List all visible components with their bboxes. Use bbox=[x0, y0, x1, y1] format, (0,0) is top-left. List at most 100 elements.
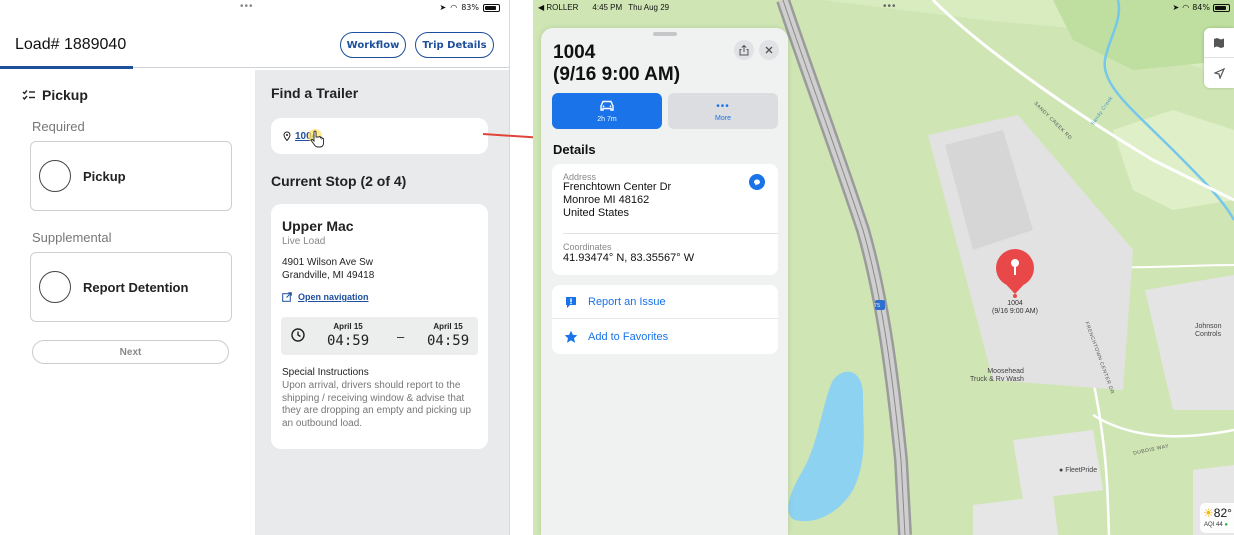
maps-multitask-dots[interactable]: ••• bbox=[883, 1, 897, 12]
map-mode-icon bbox=[1214, 37, 1224, 48]
open-navigation-label: Open navigation bbox=[298, 292, 369, 302]
address-line2[interactable]: Monroe MI 48162 bbox=[563, 194, 649, 207]
address-message-button[interactable] bbox=[749, 174, 765, 190]
star-icon bbox=[564, 330, 578, 343]
status-date: Thu Aug 29 bbox=[628, 3, 670, 12]
special-instructions-body: Upon arrival, drivers should report to t… bbox=[282, 380, 472, 429]
maps-location-icon: ➤ bbox=[1172, 3, 1180, 12]
stop-type: Live Load bbox=[282, 236, 326, 247]
map-pin-label: 1004 (9/16 9:00 AM) bbox=[983, 300, 1047, 316]
status-bar: ••• ➤ ◠ 83% bbox=[0, 0, 509, 16]
coordinates-value[interactable]: 41.93474° N, 83.35567° W bbox=[563, 252, 694, 265]
coordinates-label: Coordinates bbox=[563, 242, 612, 252]
active-tab-indicator bbox=[0, 66, 133, 69]
maps-app-screen: 75 1004 (9/16 9:00 AM) Moosehead Truck &… bbox=[533, 0, 1234, 535]
report-detention-label: Report Detention bbox=[83, 279, 189, 295]
sun-icon: ☀ bbox=[1203, 506, 1214, 520]
poi-johnson-controls[interactable]: Johnson Controls bbox=[1195, 323, 1221, 339]
wifi-icon: ◠ bbox=[450, 3, 458, 12]
poi-moosehead[interactable]: Moosehead Truck & Rv Wash bbox=[970, 368, 1024, 384]
workflow-button[interactable]: Workflow bbox=[340, 32, 406, 58]
report-issue-label: Report an Issue bbox=[588, 295, 666, 308]
location-pin-icon bbox=[283, 131, 291, 141]
close-icon bbox=[765, 46, 773, 54]
directions-button[interactable]: 2h 7m bbox=[552, 93, 662, 129]
find-trailer-title: Find a Trailer bbox=[271, 85, 359, 101]
battery-icon bbox=[483, 3, 500, 12]
close-button[interactable] bbox=[759, 40, 779, 60]
weather-temperature: ☀82° bbox=[1203, 506, 1232, 520]
window-start-time: 04:59 bbox=[327, 333, 370, 349]
map-pin-label-line1: 1004 bbox=[1007, 300, 1023, 307]
location-arrow-icon bbox=[1213, 67, 1225, 79]
pickup-panel: Pickup Required Pickup Supplemental Repo… bbox=[0, 70, 255, 535]
maps-wifi-icon: ◠ bbox=[1182, 3, 1190, 12]
clock-icon bbox=[291, 328, 305, 342]
status-time: 4:45 PM bbox=[592, 3, 623, 12]
open-navigation-link[interactable]: Open navigation bbox=[282, 292, 369, 302]
place-actions: Report an Issue Add to Favorites bbox=[552, 285, 778, 354]
poi-fleetpride[interactable]: ● FleetPride bbox=[1059, 467, 1097, 475]
place-title: 1004 (9/16 9:00 AM) bbox=[553, 42, 680, 86]
trip-info-panel: Find a Trailer 1004 Current Stop (2 of 4… bbox=[255, 70, 509, 535]
map-mode-button[interactable] bbox=[1204, 28, 1234, 58]
more-icon: ••• bbox=[716, 100, 730, 112]
add-favorites-row[interactable]: Add to Favorites bbox=[552, 320, 778, 354]
maps-battery-icon bbox=[1213, 3, 1230, 12]
screenshot-root: ••• ➤ ◠ 83% Load# 1889040 Workflow Trip … bbox=[0, 0, 1234, 535]
maps-battery-percent: 84% bbox=[1192, 3, 1210, 12]
highway-shield-label: 75 bbox=[874, 303, 881, 309]
report-detention-card[interactable]: Report Detention bbox=[30, 252, 232, 322]
details-divider bbox=[563, 233, 778, 234]
weather-widget[interactable]: ☀82° AQI 44 ● bbox=[1200, 503, 1234, 533]
aqi-dot-icon: ● bbox=[1224, 522, 1228, 528]
driver-app-screen: ••• ➤ ◠ 83% Load# 1889040 Workflow Trip … bbox=[0, 0, 510, 535]
aqi-label: AQI 44 ● bbox=[1204, 522, 1228, 528]
poi-fleetpride-label: FleetPride bbox=[1065, 467, 1098, 474]
app-header: Load# 1889040 Workflow Trip Details bbox=[0, 16, 509, 69]
track-location-button[interactable] bbox=[1204, 58, 1234, 88]
sheet-grabber[interactable] bbox=[653, 32, 677, 36]
map-controls bbox=[1204, 28, 1234, 88]
add-favorites-label: Add to Favorites bbox=[588, 331, 669, 343]
location-icon: ➤ bbox=[439, 3, 447, 12]
next-button[interactable]: Next bbox=[32, 340, 229, 364]
current-stop-title: Current Stop (2 of 4) bbox=[271, 173, 407, 189]
report-issue-icon bbox=[566, 296, 576, 308]
load-title: Load# 1889040 bbox=[15, 36, 127, 53]
address-line3[interactable]: United States bbox=[563, 207, 629, 220]
drive-time: 2h 7m bbox=[597, 115, 617, 123]
aqi-value: AQI 44 bbox=[1204, 522, 1223, 528]
poi-moosehead-line2: Truck & Rv Wash bbox=[970, 376, 1024, 383]
details-box: Address Frenchtown Center Dr Monroe MI 4… bbox=[552, 164, 778, 275]
multitask-dots[interactable]: ••• bbox=[240, 1, 254, 12]
share-button[interactable] bbox=[734, 40, 754, 60]
pickup-section-title: Pickup bbox=[22, 87, 88, 103]
pickup-task-card[interactable]: Pickup bbox=[30, 141, 232, 211]
report-detention-checkbox[interactable] bbox=[39, 271, 71, 303]
back-to-app-link[interactable]: ◀ ROLLER bbox=[538, 3, 578, 12]
pickup-task-label: Pickup bbox=[83, 168, 126, 184]
window-end: April 15 04:59 bbox=[427, 322, 469, 349]
stop-address-line2: Grandville, MI 49418 bbox=[282, 270, 375, 281]
required-label: Required bbox=[32, 119, 85, 134]
report-issue-row[interactable]: Report an Issue bbox=[552, 285, 778, 319]
status-left: ◀ ROLLER 4:45 PM Thu Aug 29 bbox=[538, 3, 669, 12]
pickup-task-checkbox[interactable] bbox=[39, 160, 71, 192]
trip-details-button[interactable]: Trip Details bbox=[415, 32, 494, 58]
maps-status-bar: ◀ ROLLER 4:45 PM Thu Aug 29 ••• ➤ ◠ 84% bbox=[533, 0, 1234, 16]
address-line1[interactable]: Frenchtown Center Dr bbox=[563, 181, 671, 194]
special-instructions-title: Special Instructions bbox=[282, 367, 369, 378]
maps-status-icons: ➤ ◠ 84% bbox=[1173, 3, 1230, 12]
trailer-card[interactable]: 1004 bbox=[271, 118, 488, 154]
poi-moosehead-line1: Moosehead bbox=[987, 368, 1024, 375]
message-icon bbox=[754, 179, 760, 185]
place-sheet: 1004 (9/16 9:00 AM) 2h 7m ••• More Detai… bbox=[541, 28, 788, 535]
checklist-icon bbox=[22, 90, 35, 101]
window-end-date: April 15 bbox=[433, 322, 463, 331]
place-title-line2: (9/16 9:00 AM) bbox=[553, 64, 681, 85]
more-button[interactable]: ••• More bbox=[668, 93, 778, 129]
map-pin-label-line2: (9/16 9:00 AM) bbox=[992, 308, 1038, 315]
stop-address-line1: 4901 Wilson Ave Sw bbox=[282, 257, 373, 268]
place-title-line1: 1004 bbox=[553, 42, 596, 63]
